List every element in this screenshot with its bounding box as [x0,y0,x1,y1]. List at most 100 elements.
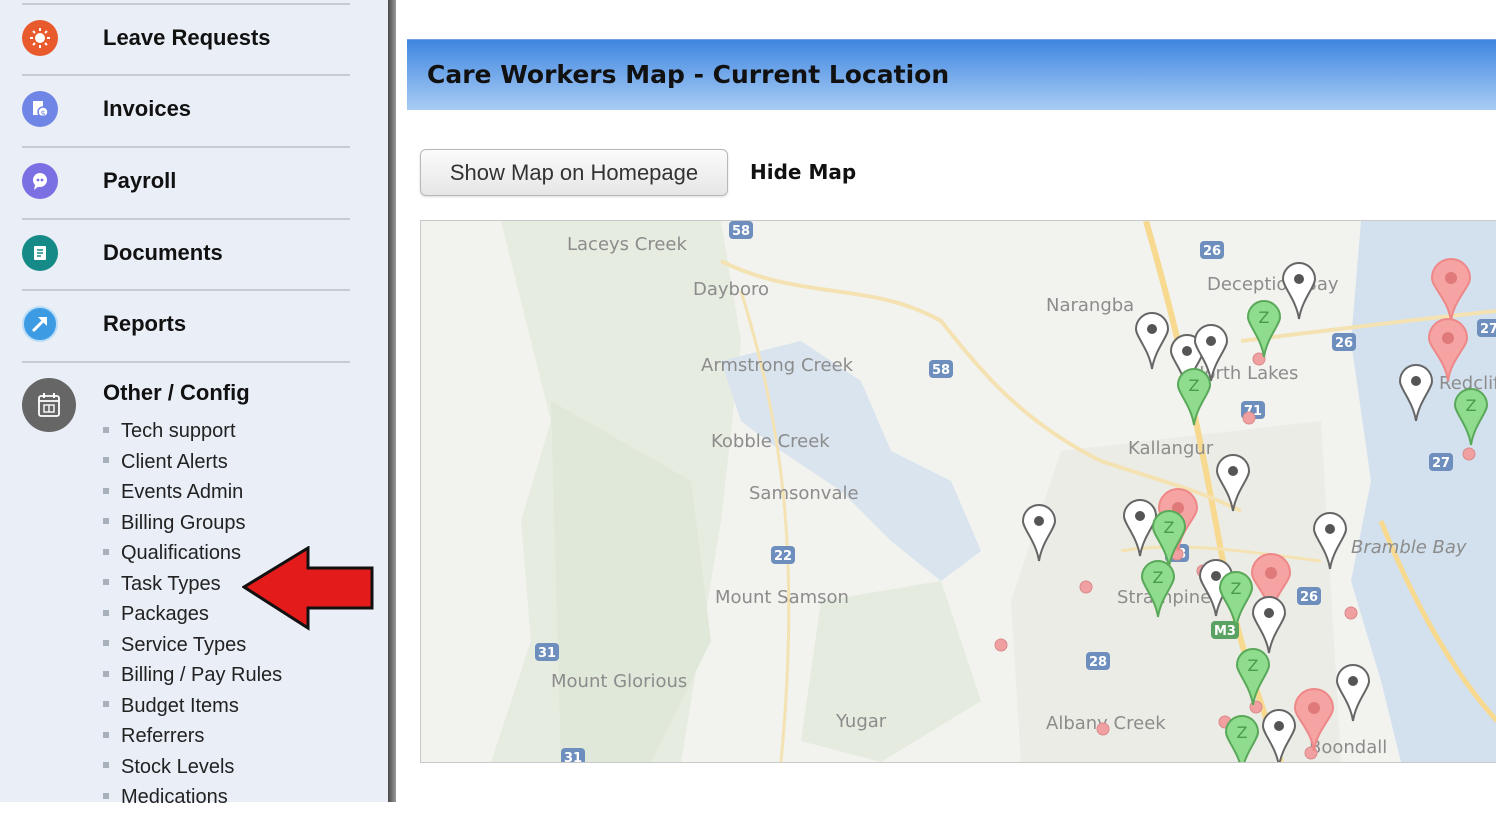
svg-text:27: 27 [1432,456,1450,471]
sidebar-item-label: Payroll [103,168,177,193]
location-dot-marker[interactable] [1462,447,1476,461]
bullet-icon [103,701,109,708]
svg-text:Z: Z [1153,568,1164,587]
highway-shield: 26 [1332,333,1356,351]
svg-text:26: 26 [1300,590,1318,605]
highway-shield: 27 [1429,453,1453,471]
invoice-icon: $ [22,91,58,127]
place-label: Mount Glorious [551,671,687,692]
bullet-icon [103,640,109,647]
bullet-icon [103,792,109,799]
divider [22,289,350,291]
bullet-icon [103,487,109,494]
submenu-item-service-types[interactable]: Service Types [103,631,282,662]
highway-shield: 28 [1086,652,1110,670]
submenu-item-client-alerts[interactable]: Client Alerts [103,448,282,479]
show-map-on-homepage-button[interactable]: Show Map on Homepage [420,149,728,196]
map-canvas[interactable]: Laceys Creek Dayboro Narangba Deception … [421,221,1496,762]
place-label: Kobble Creek [711,431,830,452]
svg-text:Z: Z [1164,518,1175,537]
place-label: Deception Bay [1207,274,1339,295]
place-label: Mount Samson [715,587,849,608]
svg-text:Z: Z [1231,579,1242,598]
sidebar-item-reports[interactable]: Reports [22,306,362,362]
divider [22,146,350,148]
bullet-icon [103,548,109,555]
divider [22,74,350,76]
submenu-item-medications[interactable]: Medications [103,783,282,814]
svg-text:$: $ [40,109,45,118]
location-dot-marker[interactable] [994,638,1008,652]
sidebar-item-label: Leave Requests [103,25,271,50]
place-label: Narangba [1046,295,1134,316]
sidebar-item-label: Documents [103,240,223,265]
submenu-item-events-admin[interactable]: Events Admin [103,478,282,509]
svg-text:26: 26 [1335,336,1353,351]
sidebar-item-invoices[interactable]: $ Invoices [22,91,362,147]
arrow-up-right-icon [22,306,58,342]
submenu-item-budget-items[interactable]: Budget Items [103,692,282,723]
location-dot-marker[interactable] [1079,580,1093,594]
bullet-icon [103,457,109,464]
sidebar-section-other-config[interactable]: Other / Config [103,380,250,406]
highway-shield: 31 [535,643,559,661]
highway-shield: 26 [1200,241,1224,259]
bullet-icon [103,579,109,586]
svg-text:Z: Z [1466,396,1477,415]
sun-icon [22,20,58,56]
place-label: Kallangur [1128,438,1214,459]
bullet-icon [103,518,109,525]
bullet-icon [103,762,109,769]
place-label: Armstrong Creek [701,355,854,376]
place-label: Laceys Creek [567,234,688,255]
svg-text:Z: Z [1248,656,1259,675]
svg-text:Z: Z [1237,723,1248,742]
bullet-icon [103,426,109,433]
svg-text:31: 31 [564,751,582,762]
highway-shield: 27 [1477,319,1496,337]
highway-shield: 31 [561,748,585,762]
submenu-item-referrers[interactable]: Referrers [103,722,282,753]
location-dot-marker[interactable] [1096,722,1110,736]
pointer-arrow-annotation [242,546,374,631]
calendar-icon[interactable] [22,378,76,432]
page-header: Care Workers Map - Current Location [407,39,1496,110]
location-dot-marker[interactable] [1242,411,1256,425]
submenu-item-billing-pay-rules[interactable]: Billing / Pay Rules [103,661,282,692]
sidebar-item-documents[interactable]: Documents [22,235,362,291]
svg-text:Z: Z [1189,376,1200,395]
divider [22,361,350,363]
place-label: Dayboro [693,279,769,300]
document-icon [22,235,58,271]
care-workers-map[interactable]: Laceys Creek Dayboro Narangba Deception … [420,220,1496,763]
sidebar-edge [388,0,396,802]
place-label: Yugar [835,711,887,732]
hide-map-link[interactable]: Hide Map [750,160,856,184]
svg-text:58: 58 [932,363,950,378]
divider [22,218,350,220]
svg-text:28: 28 [1089,655,1107,670]
svg-text:58: 58 [732,224,750,239]
sidebar-item-label: Reports [103,311,187,336]
svg-text:31: 31 [538,646,556,661]
sidebar: Leave Requests $ Invoices Payroll Docume… [0,0,388,808]
submenu-item-billing-groups[interactable]: Billing Groups [103,509,282,540]
highway-shield: 22 [771,546,795,564]
highway-shield: 58 [729,221,753,239]
submenu-item-tech-support[interactable]: Tech support [103,417,282,448]
svg-text:27: 27 [1480,322,1496,337]
svg-text:M3: M3 [1214,624,1236,639]
place-label: Boondall [1309,737,1387,758]
sidebar-item-label: Invoices [103,96,192,121]
svg-text:Z: Z [1259,308,1270,327]
location-dot-marker[interactable] [1344,606,1358,620]
place-label: Samsonvale [749,483,859,504]
sidebar-item-leave-requests[interactable]: Leave Requests [22,20,362,76]
highway-shield: 58 [929,360,953,378]
sidebar-item-payroll[interactable]: Payroll [22,163,362,219]
divider [22,3,350,5]
place-label: Bramble Bay [1351,537,1467,558]
submenu-item-stock-levels[interactable]: Stock Levels [103,753,282,784]
bullet-icon [103,609,109,616]
svg-text:22: 22 [774,549,792,564]
